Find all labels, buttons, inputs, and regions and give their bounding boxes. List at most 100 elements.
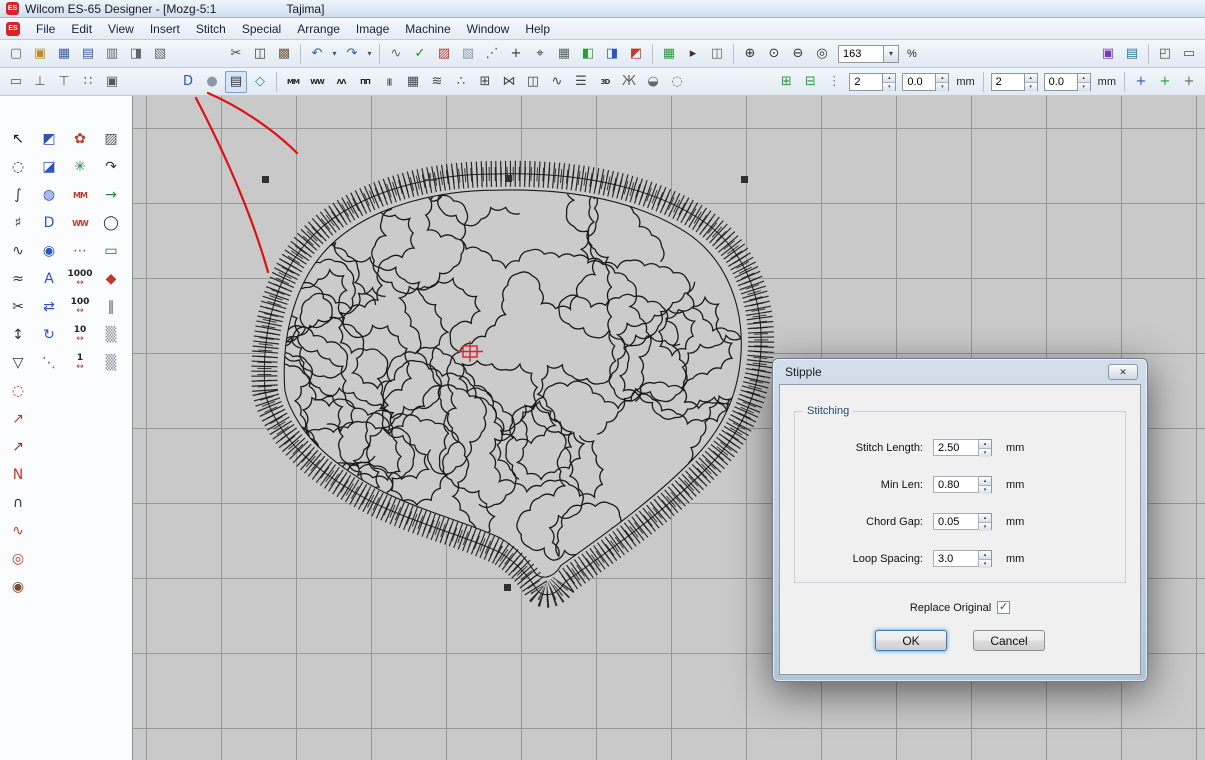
move-vertical-icon[interactable]: + xyxy=(1154,71,1176,93)
undo-icon[interactable]: ↶ xyxy=(306,43,328,65)
export-machine-file-icon[interactable]: ▧ xyxy=(149,43,171,65)
nudge-10[interactable]: 10↔ xyxy=(66,322,94,348)
columns-count-spinner[interactable]: ▴▾ xyxy=(1025,73,1038,91)
rows-count[interactable]: ▴▾ xyxy=(849,73,896,91)
app-icon-small[interactable]: ES xyxy=(6,22,20,36)
open-fill-icon[interactable]: ◌ xyxy=(666,71,688,93)
swatch-a[interactable]: ▒ xyxy=(97,322,125,348)
stitch-list-icon[interactable]: ▦ xyxy=(553,43,575,65)
trace-tool[interactable]: → xyxy=(97,182,125,208)
double-zigzag-tool[interactable]: ≈ xyxy=(4,266,32,292)
3d-effect-icon[interactable]: 3D xyxy=(594,71,616,93)
thread-palette-icon[interactable]: ▦ xyxy=(658,43,680,65)
contour-fill-icon[interactable]: ◫ xyxy=(522,71,544,93)
loop-spacing-input[interactable] xyxy=(933,550,979,567)
funnel-tool[interactable]: ▽ xyxy=(4,350,32,376)
hatch-fill-tool[interactable]: ▨ xyxy=(97,126,125,152)
arc-tool[interactable]: ↷ xyxy=(97,154,125,180)
menu-machine[interactable]: Machine xyxy=(397,20,458,38)
spin-up-icon[interactable]: ▴ xyxy=(979,551,991,560)
spin-down-icon[interactable]: ▾ xyxy=(979,560,991,568)
pattern-grid-b-icon[interactable]: ⊟ xyxy=(799,71,821,93)
show-bitmap-icon[interactable]: ▤ xyxy=(1121,43,1143,65)
motif-fill-icon[interactable]: ⋈ xyxy=(498,71,520,93)
spin-up-icon[interactable]: ▴ xyxy=(883,74,895,83)
cancel-button[interactable]: Cancel xyxy=(973,630,1045,651)
film-blue-icon[interactable]: ◨ xyxy=(601,43,623,65)
run-stitch-icon[interactable]: ||| xyxy=(378,71,400,93)
dialog-close-icon[interactable]: ✕ xyxy=(1108,364,1138,380)
column-offset-spinner[interactable]: ▴▾ xyxy=(1078,73,1091,91)
columns-tool[interactable]: ∥ xyxy=(97,294,125,320)
ripple-fill-icon[interactable]: ☰ xyxy=(570,71,592,93)
spin-down-icon[interactable]: ▾ xyxy=(979,486,991,494)
spin-up-icon[interactable]: ▴ xyxy=(1078,74,1090,83)
nudge-100[interactable]: 100↔ xyxy=(66,294,94,320)
curve-line-tool[interactable]: ∩ xyxy=(4,490,32,516)
sphere-effect-tool[interactable]: ◍ xyxy=(35,182,63,208)
florets-tool[interactable]: ✿ xyxy=(66,126,94,152)
min-len-spinner[interactable]: ▴▾ xyxy=(979,476,992,493)
pattern-grid-a-icon[interactable]: ⊞ xyxy=(775,71,797,93)
properties-icon[interactable]: ▭ xyxy=(1178,43,1200,65)
row-offset-input[interactable] xyxy=(902,73,936,91)
lettering-tool[interactable]: A xyxy=(35,266,63,292)
e-stitch-icon[interactable]: ΠΠ xyxy=(354,71,376,93)
wave-fill-icon[interactable]: ≋ xyxy=(426,71,448,93)
ok-button[interactable]: OK xyxy=(875,630,947,651)
polygon-select-tool[interactable]: ◌ xyxy=(4,154,32,180)
rectangle-tool[interactable]: ▭ xyxy=(97,238,125,264)
open-design-icon[interactable]: ▣ xyxy=(29,43,51,65)
nudge-1000[interactable]: 1000↔ xyxy=(66,266,94,292)
redo-icon[interactable]: ↷ xyxy=(341,43,363,65)
spin-up-icon[interactable]: ▴ xyxy=(936,74,948,83)
gradient-fill-icon[interactable]: ◒ xyxy=(642,71,664,93)
connectors-icon[interactable]: ⊤ xyxy=(53,71,75,93)
menu-edit[interactable]: Edit xyxy=(63,20,100,38)
spin-down-icon[interactable]: ▾ xyxy=(936,83,948,91)
menu-arrange[interactable]: Arrange xyxy=(289,20,348,38)
menu-help[interactable]: Help xyxy=(517,20,558,38)
mirror-copy-tool[interactable]: ⇄ xyxy=(35,294,63,320)
spin-up-icon[interactable]: ▴ xyxy=(979,440,991,449)
print-preview-icon[interactable]: ◨ xyxy=(125,43,147,65)
zoom-previous-icon[interactable]: ◎ xyxy=(811,43,833,65)
zigzag-stitch-icon[interactable]: ΛΛ xyxy=(330,71,352,93)
stitch-length-spinner[interactable]: ▴▾ xyxy=(979,439,992,456)
spiral-eye-tool[interactable]: ◉ xyxy=(4,574,32,600)
check-design-icon[interactable]: ✓ xyxy=(409,43,431,65)
stitch-direction-tool[interactable]: ↗ xyxy=(4,406,32,432)
offset-dots-icon[interactable]: ⋮ xyxy=(823,71,845,93)
fabric-hatch-icon[interactable]: ▨ xyxy=(433,43,455,65)
titlebar[interactable]: ES Wilcom ES-65 Designer - [Mozg-5:1 Taj… xyxy=(0,0,1205,18)
zoom-out-icon[interactable]: ⊖ xyxy=(787,43,809,65)
tatami-stitch-icon[interactable]: WW xyxy=(306,71,328,93)
stitch-player-icon[interactable]: ▸ xyxy=(682,43,704,65)
menu-insert[interactable]: Insert xyxy=(142,20,188,38)
selection-handle-top-right[interactable] xyxy=(741,176,748,183)
columns-count-input[interactable] xyxy=(991,73,1025,91)
row-offset-spinner[interactable]: ▴▾ xyxy=(936,73,949,91)
save-as-icon[interactable]: ▤ xyxy=(77,43,99,65)
redo-dropdown-icon[interactable]: ▾ xyxy=(365,43,374,65)
reshape-object-tool[interactable]: ◩ xyxy=(35,126,63,152)
menu-stitch[interactable]: Stitch xyxy=(188,20,234,38)
overview-window-icon[interactable]: ◰ xyxy=(1154,43,1176,65)
spin-up-icon[interactable]: ▴ xyxy=(1025,74,1037,83)
film-green-icon[interactable]: ◧ xyxy=(577,43,599,65)
jump-stitch-icon[interactable]: ∷ xyxy=(77,71,99,93)
undo-dropdown-icon[interactable]: ▾ xyxy=(330,43,339,65)
swatch-b[interactable]: ▒ xyxy=(97,350,125,376)
spin-down-icon[interactable]: ▾ xyxy=(979,523,991,531)
crosshair-icon[interactable]: + xyxy=(505,43,527,65)
film-red-icon[interactable]: ◩ xyxy=(625,43,647,65)
spin-down-icon[interactable]: ▾ xyxy=(883,83,895,91)
menu-view[interactable]: View xyxy=(100,20,142,38)
grid-fill-icon[interactable]: ▦ xyxy=(402,71,424,93)
menu-image[interactable]: Image xyxy=(348,20,397,38)
rows-count-input[interactable] xyxy=(849,73,883,91)
overlap-objects-icon[interactable]: ◫ xyxy=(706,43,728,65)
show-design-icon[interactable]: ▣ xyxy=(1097,43,1119,65)
design-wizard-icon[interactable]: ∿ xyxy=(385,43,407,65)
selection-handle-bottom-center[interactable] xyxy=(504,584,511,591)
